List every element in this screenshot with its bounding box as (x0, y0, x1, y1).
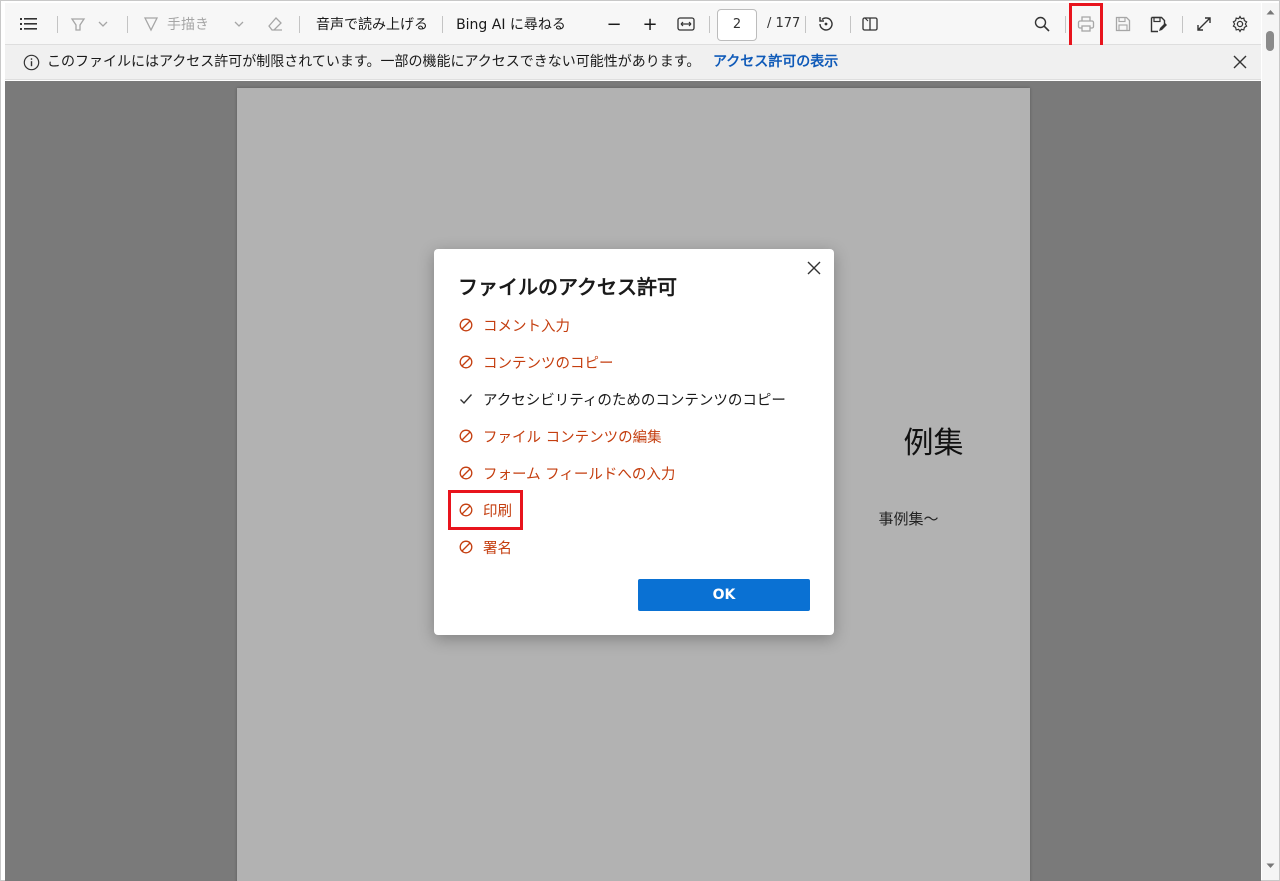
toolbar-separator (442, 16, 443, 33)
toolbar-separator (127, 16, 128, 33)
file-permissions-dialog: ファイルのアクセス許可 コメント入力 コンテンツのコピー アクセシビリティのため… (434, 249, 834, 635)
checkmark-icon (460, 394, 473, 405)
page-view-icon (862, 17, 878, 31)
toolbar-separator (805, 16, 806, 33)
read-aloud-label: 音声で読み上げる (316, 17, 428, 33)
ok-button[interactable]: OK (638, 579, 810, 611)
save-as-button[interactable] (1146, 3, 1172, 45)
permission-item-accessibility-copy: アクセシビリティのためのコンテンツのコピー (458, 387, 786, 411)
permission-info-bar: このファイルにはアクセス許可が制限されています。一部の機能にアクセスできない可能… (5, 45, 1261, 80)
vertical-scrollbar[interactable] (1262, 3, 1279, 880)
save-icon (1115, 16, 1131, 32)
permission-item-form-fill: フォーム フィールドへの入力 (458, 461, 675, 485)
print-permission-highlight (448, 490, 523, 530)
zoom-out-button[interactable]: − (601, 3, 627, 45)
highlight-button[interactable] (65, 3, 91, 45)
app-window: 手描き 音声で読み上げる Bing AI に尋ねる − + 2 / 177 この… (0, 0, 1280, 881)
plus-icon: + (642, 13, 658, 35)
scroll-up-icon[interactable] (1266, 9, 1275, 15)
toolbar-separator (1065, 16, 1066, 33)
scroll-thumb[interactable] (1266, 31, 1274, 51)
draw-options-button[interactable] (231, 3, 247, 45)
draw-icon (143, 17, 159, 32)
prohibited-icon (459, 466, 473, 480)
settings-button[interactable] (1227, 3, 1253, 45)
minus-icon: − (606, 13, 622, 35)
search-icon (1034, 16, 1050, 32)
fullscreen-button[interactable] (1191, 3, 1217, 45)
permission-item-edit: ファイル コンテンツの編集 (458, 424, 662, 448)
highlight-options-button[interactable] (95, 3, 111, 45)
save-as-icon (1150, 16, 1167, 32)
prohibited-icon (459, 429, 473, 443)
toolbar-separator (850, 16, 851, 33)
toolbar-separator (709, 16, 710, 33)
dialog-title: ファイルのアクセス許可 (458, 275, 677, 299)
prohibited-icon (459, 355, 473, 369)
permission-item-copy: コンテンツのコピー (458, 350, 614, 374)
draw-label: 手描き (167, 17, 209, 33)
view-permissions-link[interactable]: アクセス許可の表示 (713, 45, 838, 80)
toolbar-separator (299, 16, 300, 33)
rotate-button[interactable] (813, 3, 839, 45)
chevron-down-icon (234, 21, 244, 27)
contents-icon (20, 18, 37, 30)
fullscreen-icon (1197, 17, 1211, 31)
close-icon[interactable] (806, 260, 822, 276)
info-message: このファイルにはアクセス許可が制限されています。一部の機能にアクセスできない可能… (47, 54, 701, 70)
highlight-icon (70, 18, 86, 31)
print-button-highlight (1069, 3, 1103, 48)
erase-button[interactable] (261, 3, 289, 45)
draw-button[interactable]: 手描き (143, 3, 229, 45)
close-icon[interactable] (1233, 55, 1247, 69)
info-icon (23, 54, 40, 71)
toolbar-separator (57, 16, 58, 33)
toolbar-separator (1182, 16, 1183, 33)
contents-button[interactable] (15, 3, 43, 45)
bing-ai-label: Bing AI に尋ねる (456, 17, 566, 33)
prohibited-icon (459, 540, 473, 554)
permission-item-sign: 署名 (458, 535, 512, 559)
rotate-icon (819, 17, 833, 31)
prohibited-icon (459, 318, 473, 332)
bing-ai-button[interactable]: Bing AI に尋ねる (453, 3, 569, 45)
scroll-down-icon[interactable] (1266, 863, 1275, 869)
page-total-label: / 177 (767, 16, 801, 31)
fit-width-button[interactable] (673, 3, 699, 45)
page-number-input[interactable]: 2 (717, 9, 757, 41)
settings-icon (1232, 15, 1248, 33)
fit-width-icon (677, 17, 695, 31)
search-button[interactable] (1029, 3, 1055, 45)
eraser-icon (268, 17, 282, 31)
save-button[interactable] (1110, 3, 1136, 45)
read-aloud-button[interactable]: 音声で読み上げる (311, 3, 433, 45)
zoom-in-button[interactable]: + (637, 3, 663, 45)
page-view-button[interactable] (857, 3, 883, 45)
permission-item-comment: コメント入力 (458, 313, 570, 337)
chevron-down-icon (98, 21, 108, 27)
